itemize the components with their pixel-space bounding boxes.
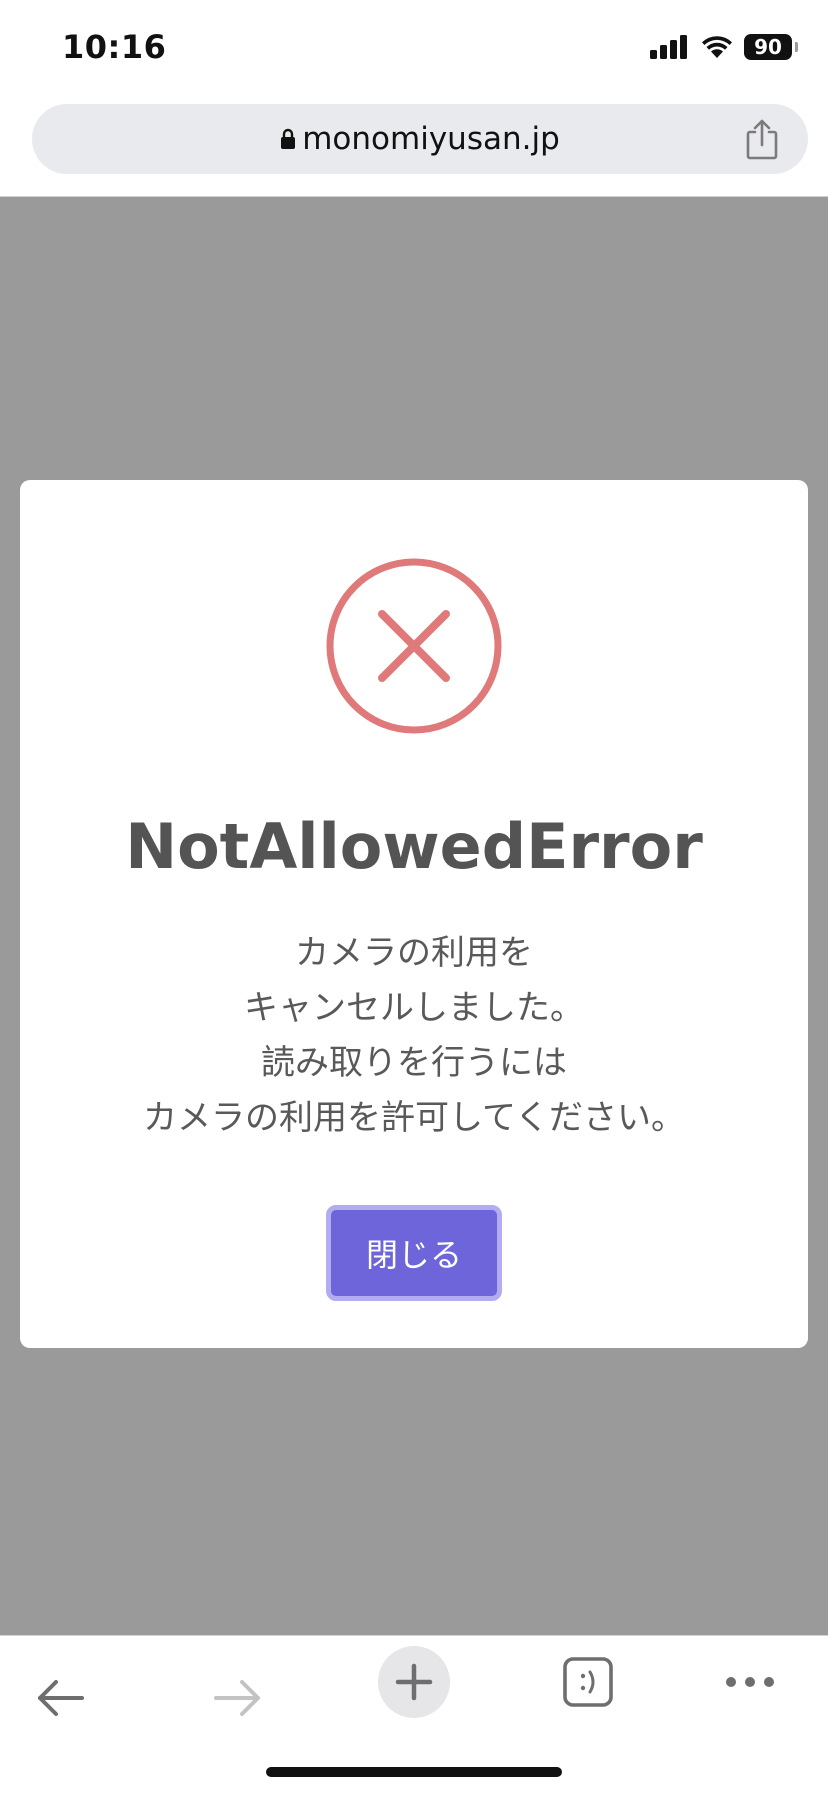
error-message-line: キャンセルしました。 [244, 988, 584, 1028]
wifi-icon [702, 36, 732, 58]
more-icon[interactable] [724, 1672, 776, 1692]
status-icons: 90 [650, 34, 798, 60]
browser-address-area: monomiyusan.jp [0, 98, 828, 197]
share-icon[interactable] [742, 118, 782, 160]
error-message-line: 読み取りを行うには [261, 1043, 567, 1083]
error-message-line: カメラの利用を許可してください。 [143, 1098, 685, 1138]
error-message-line: カメラの利用を [295, 933, 533, 973]
close-button[interactable]: 閉じる [326, 1205, 502, 1301]
lock-icon [281, 128, 296, 149]
address-bar[interactable]: monomiyusan.jp [32, 104, 808, 174]
battery-icon: 90 [744, 34, 798, 60]
status-bar: 10:16 90 [0, 0, 828, 98]
home-indicator[interactable] [266, 1767, 562, 1777]
modal-overlay[interactable]: NotAllowedError カメラの利用を キャンセルしました。 読み取りを… [0, 197, 828, 1635]
tabs-icon[interactable] [562, 1656, 614, 1708]
error-message: カメラの利用を キャンセルしました。 読み取りを行うには カメラの利用を許可して… [20, 926, 808, 1146]
status-time: 10:16 [62, 28, 167, 66]
error-x-circle-icon [326, 558, 502, 734]
url-display: monomiyusan.jp [32, 104, 808, 174]
error-dialog: NotAllowedError カメラの利用を キャンセルしました。 読み取りを… [20, 480, 808, 1348]
forward-arrow-icon[interactable] [210, 1674, 264, 1722]
error-title: NotAllowedError [125, 810, 703, 883]
url-text: monomiyusan.jp [302, 121, 560, 157]
battery-level: 90 [754, 35, 782, 59]
new-tab-plus-icon[interactable] [378, 1646, 450, 1718]
cellular-signal-icon [650, 35, 687, 59]
back-arrow-icon[interactable] [34, 1674, 88, 1722]
